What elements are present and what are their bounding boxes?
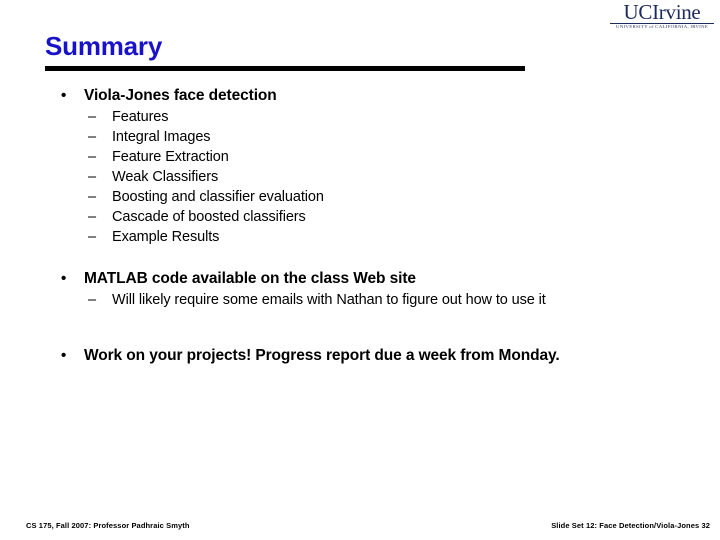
bullet-level1-text: MATLAB code available on the class Web s… [84,270,416,287]
bullet-level2-text: Integral Images [112,129,211,145]
bullet-dash-icon: – [88,169,96,185]
footer-course-info: CS 175, Fall 2007: Professor Padhraic Sm… [26,521,190,530]
content-block-1: • Viola-Jones face detection – Features … [0,86,720,247]
bullet-level2-text: Boosting and classifier evaluation [112,189,324,205]
bullet-level1: • MATLAB code available on the class Web… [0,269,720,288]
title-divider [45,66,525,71]
slide-footer: CS 175, Fall 2007: Professor Padhraic Sm… [0,521,720,533]
bullet-dot-icon: • [61,270,67,287]
bullet-dash-icon: – [88,292,96,308]
bullet-dash-icon: – [88,129,96,145]
bullet-level1: • Work on your projects! Progress report… [0,346,720,365]
content-block-2: • MATLAB code available on the class Web… [0,269,720,310]
bullet-level2-text: Features [112,109,169,125]
bullet-level1-text: Work on your projects! Progress report d… [84,347,560,364]
logo-wordmark: UCIrvine [623,0,701,24]
content-block-3: • Work on your projects! Progress report… [0,346,720,365]
bullet-level2-text: Cascade of boosted classifiers [112,209,306,225]
bullet-dash-icon: – [88,149,96,165]
bullet-level1-text: Viola-Jones face detection [84,87,277,104]
bullet-dot-icon: • [61,87,67,104]
bullet-level2-text: Weak Classifiers [112,169,219,185]
sub-bullet-list: – Will likely require some emails with N… [0,290,720,310]
slide-canvas: UCIrvine UNIVERSITY of CALIFORNIA, IRVIN… [0,0,720,540]
logo-subtitle: UNIVERSITY of CALIFORNIA, IRVINE [615,25,709,30]
bullet-level2: – Features [0,107,720,127]
bullet-level2: – Will likely require some emails with N… [0,290,720,310]
slide-body: • Viola-Jones face detection – Features … [0,86,720,365]
bullet-level2: – Cascade of boosted classifiers [0,207,720,227]
bullet-level2: – Feature Extraction [0,147,720,167]
bullet-dot-icon: • [61,347,67,364]
bullet-level2: – Example Results [0,227,720,247]
uc-irvine-logo: UCIrvine UNIVERSITY of CALIFORNIA, IRVIN… [610,2,714,30]
bullet-dash-icon: – [88,109,96,125]
bullet-level2: – Boosting and classifier evaluation [0,187,720,207]
bullet-level2-text: Feature Extraction [112,149,229,165]
bullet-level2: – Weak Classifiers [0,167,720,187]
bullet-level2: – Integral Images [0,127,720,147]
footer-slide-info: Slide Set 12: Face Detection/Viola-Jones… [551,521,710,530]
bullet-dash-icon: – [88,229,96,245]
bullet-dash-icon: – [88,209,96,225]
sub-bullet-list: – Features – Integral Images – Feature E… [0,107,720,247]
bullet-level2-text: Will likely require some emails with Nat… [112,292,546,308]
page-title: Summary [45,31,163,61]
bullet-level1: • Viola-Jones face detection [0,86,720,105]
bullet-dash-icon: – [88,189,96,205]
bullet-level2-text: Example Results [112,229,220,245]
